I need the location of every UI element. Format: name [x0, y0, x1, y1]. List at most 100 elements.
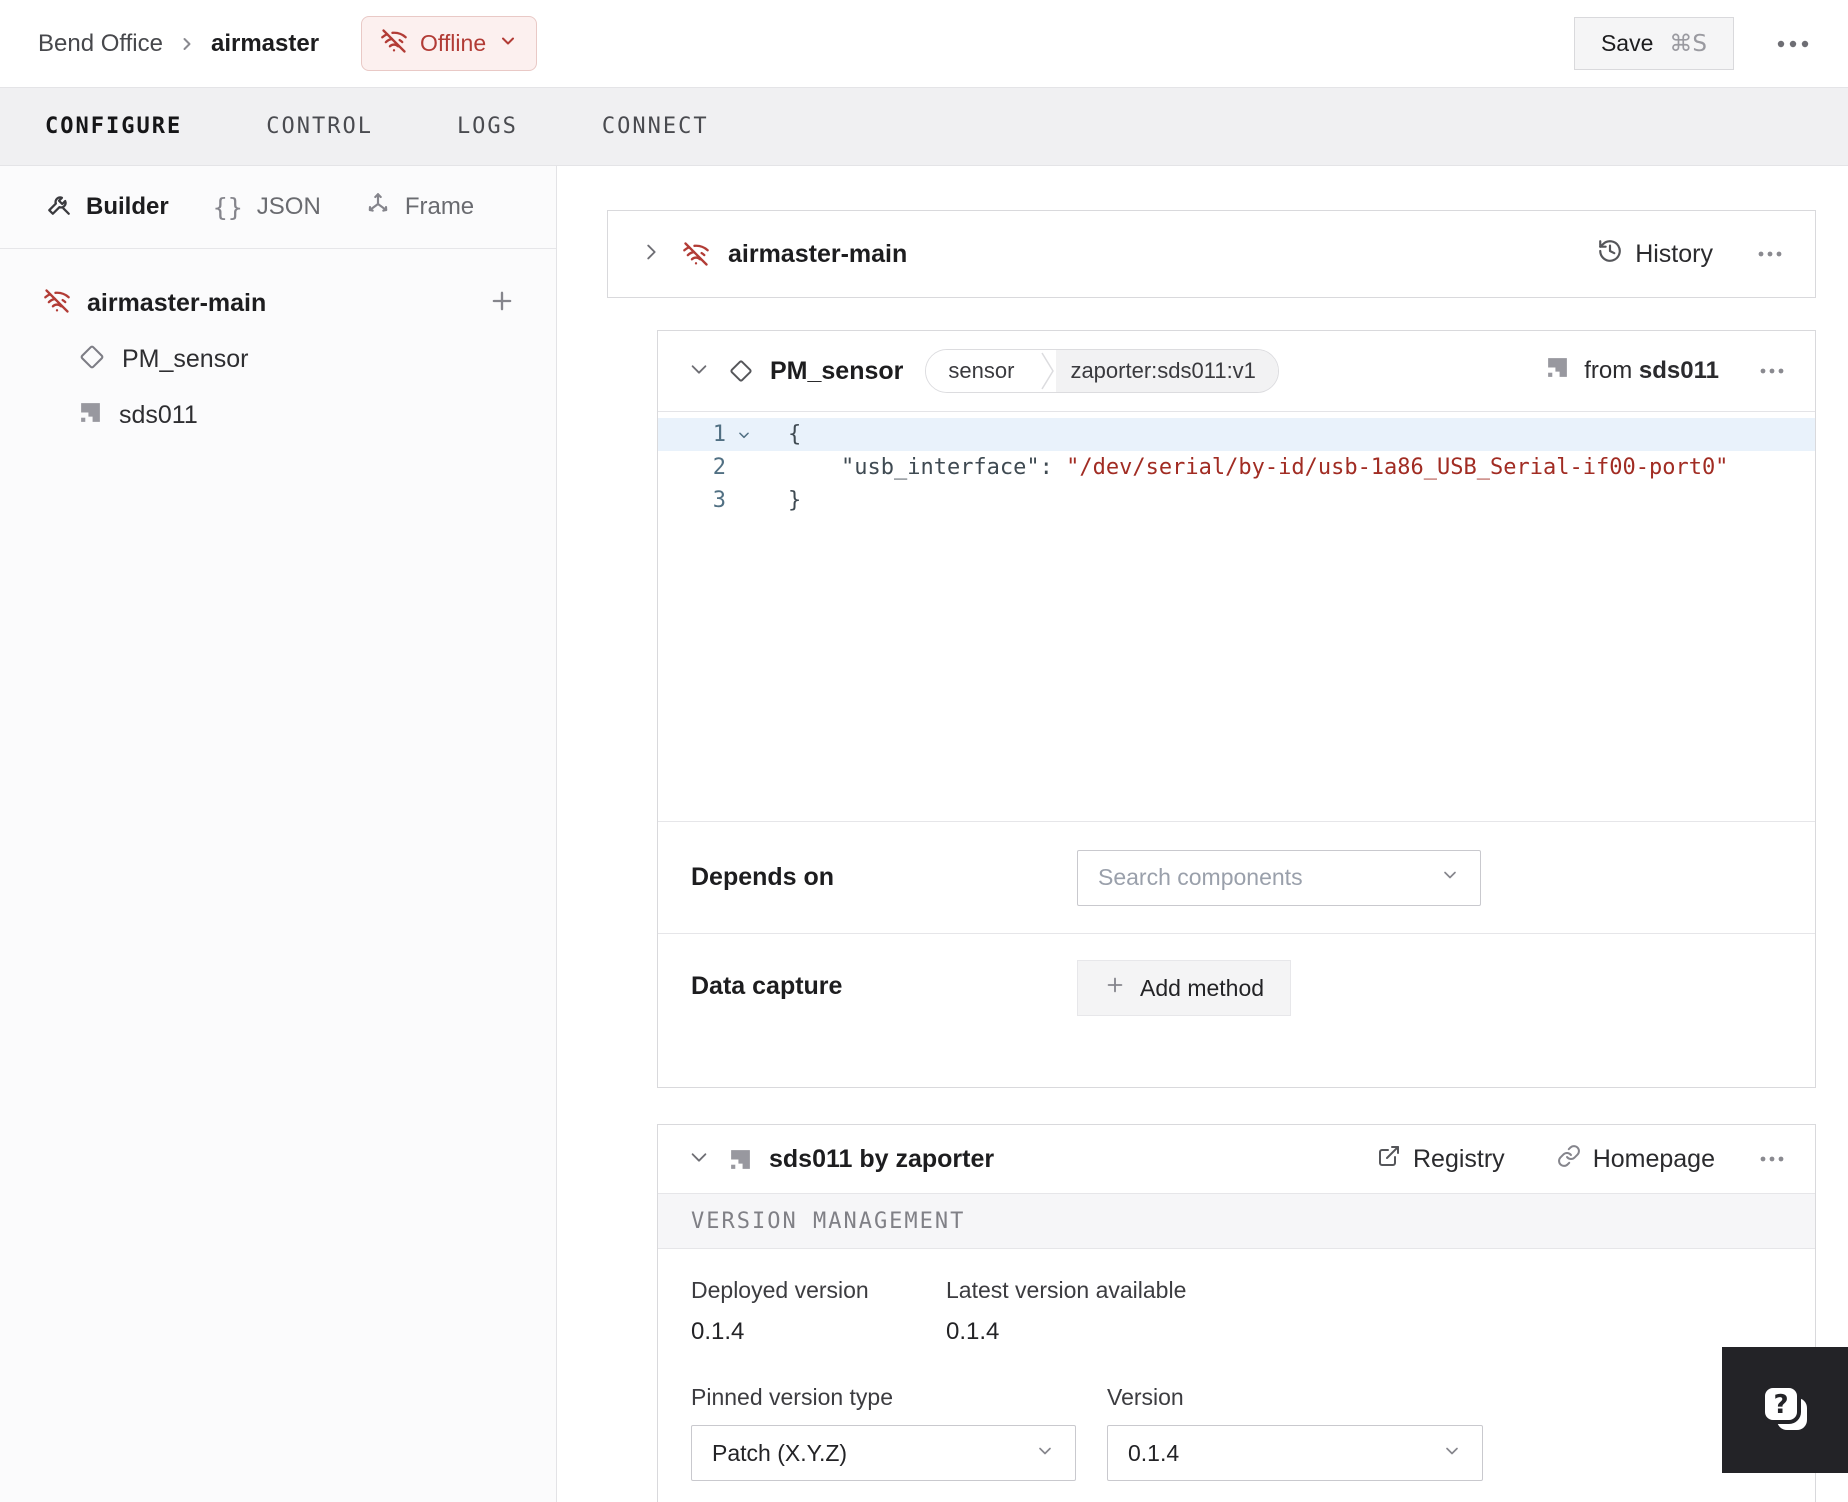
version-management-header: VERSION MANAGEMENT: [658, 1193, 1815, 1249]
mode-builder[interactable]: Builder: [46, 191, 169, 224]
breadcrumb-parent-link[interactable]: Bend Office: [38, 30, 163, 58]
machine-part-title: airmaster-main: [728, 239, 908, 268]
pinned-version-type-label: Pinned version type: [691, 1384, 894, 1410]
module-menu-button[interactable]: [1759, 1155, 1785, 1163]
save-label: Save: [1600, 30, 1654, 56]
status-label: Offline: [420, 30, 487, 56]
history-button[interactable]: History: [1597, 238, 1713, 271]
wifi-off-icon: [380, 27, 408, 60]
data-capture-label: Data capture: [691, 972, 843, 1000]
ellipsis-icon: [1760, 368, 1784, 374]
depends-on-label: Depends on: [691, 863, 835, 891]
mode-frame-label: Frame: [404, 193, 475, 220]
line-number: 2: [712, 455, 726, 480]
history-clock-icon: [1597, 238, 1623, 271]
module-title: sds011 by zaporter: [769, 1144, 995, 1173]
code-key: "usb_interface": [840, 455, 1040, 480]
code-text: {: [788, 422, 802, 447]
module-icon: [78, 400, 103, 430]
link-icon: [1557, 1144, 1581, 1175]
chevron-down-icon: [498, 31, 518, 56]
external-link-icon: [1377, 1144, 1401, 1175]
collapse-chevron-down-icon[interactable]: [688, 358, 710, 385]
machine-part-card: airmaster-main History: [607, 210, 1816, 298]
version-management-content: Deployed version 0.1.4 Latest version av…: [658, 1249, 1815, 1502]
tab-configure[interactable]: CONFIGURE: [45, 114, 182, 139]
add-resource-button[interactable]: [488, 287, 516, 320]
machine-status-dropdown[interactable]: Offline: [361, 16, 538, 71]
attributes-code-editor[interactable]: 1 { 2 "usb_interface": "/dev/serial/by-i…: [658, 411, 1815, 821]
tree-root-label: airmaster-main: [87, 288, 267, 317]
homepage-label: Homepage: [1592, 1144, 1715, 1173]
code-line[interactable]: 1 {: [658, 418, 1815, 451]
component-title: PM_sensor: [770, 356, 904, 385]
chevron-down-icon: [1035, 1441, 1055, 1466]
machine-part-menu-button[interactable]: [1757, 250, 1783, 258]
data-capture-section: Data capture Add method: [658, 933, 1815, 1087]
code-line[interactable]: 2 "usb_interface": "/dev/serial/by-id/us…: [658, 451, 1815, 484]
version-select[interactable]: 0.1.4: [1107, 1425, 1483, 1481]
history-label: History: [1635, 239, 1713, 268]
mode-json[interactable]: {} JSON: [213, 193, 321, 222]
tree-item-machine-part[interactable]: airmaster-main: [0, 275, 556, 331]
header-overflow-menu-button[interactable]: [1776, 39, 1810, 49]
mode-json-label: JSON: [256, 193, 321, 220]
app-window: Bend Office airmaster Offline Save ⌘S CO…: [0, 0, 1848, 1502]
module-icon: [1545, 355, 1570, 387]
latest-version-value: 0.1.4: [946, 1318, 1000, 1345]
component-type-model-badge: sensor zaporter:sds011:v1: [925, 349, 1279, 393]
svg-text:?: ?: [1773, 1390, 1788, 1420]
deployed-version-value: 0.1.4: [691, 1318, 745, 1345]
component-menu-button[interactable]: [1759, 367, 1785, 375]
from-label: from: [1584, 357, 1633, 384]
ellipsis-icon: [1758, 251, 1782, 257]
line-number: 1: [712, 422, 726, 447]
add-method-label: Add method: [1140, 974, 1265, 1001]
registry-label: Registry: [1413, 1144, 1505, 1173]
component-diamond-icon: [78, 343, 106, 376]
save-button[interactable]: Save ⌘S: [1573, 17, 1734, 70]
component-card-header: PM_sensor sensor zaporter:sds011:v1 from…: [658, 331, 1815, 411]
tree-item-module[interactable]: sds011: [0, 387, 556, 443]
module-icon: [728, 1147, 753, 1172]
depends-on-placeholder: Search components: [1098, 864, 1303, 890]
add-method-button[interactable]: Add method: [1077, 960, 1292, 1016]
mode-builder-label: Builder: [86, 193, 169, 220]
mode-frame[interactable]: Frame: [365, 191, 474, 224]
tree-module-label: sds011: [119, 400, 198, 429]
badge-separator-chevron: [1036, 350, 1057, 392]
tree-item-component[interactable]: PM_sensor: [0, 331, 556, 387]
code-string-value: "/dev/serial/by-id/usb-1a86_USB_Serial-i…: [1066, 455, 1729, 480]
depends-on-section: Depends on Search components: [658, 821, 1815, 933]
component-type-badge: sensor: [926, 350, 1037, 392]
deployed-version-label: Deployed version: [691, 1277, 869, 1303]
code-fold-chevron-icon[interactable]: [726, 428, 762, 442]
config-main-panel: airmaster-main History PM_sensor sensor …: [557, 166, 1848, 1502]
tree-component-label: PM_sensor: [122, 344, 249, 373]
braces-icon: {}: [212, 192, 243, 222]
latest-version-label: Latest version available: [946, 1277, 1187, 1303]
version-label: Version: [1107, 1384, 1184, 1410]
code-line[interactable]: 3 }: [658, 484, 1815, 517]
pinned-version-type-select[interactable]: Patch (X.Y.Z): [691, 1425, 1076, 1481]
config-sidebar: Builder {} JSON Frame airmaster-main PM_…: [0, 166, 557, 1502]
wifi-off-icon: [682, 240, 710, 268]
help-button[interactable]: ?: [1722, 1347, 1848, 1473]
tab-logs[interactable]: LOGS: [457, 114, 518, 139]
tab-connect[interactable]: CONNECT: [602, 114, 709, 139]
tab-control[interactable]: CONTROL: [266, 114, 373, 139]
content-area: Builder {} JSON Frame airmaster-main PM_…: [0, 166, 1848, 1502]
depends-on-select[interactable]: Search components: [1077, 849, 1481, 906]
save-shortcut: ⌘S: [1669, 30, 1707, 57]
header-actions: Save ⌘S: [1573, 17, 1810, 70]
registry-link[interactable]: Registry: [1377, 1144, 1505, 1175]
frame-axes-icon: [365, 191, 391, 224]
expand-chevron-right-icon[interactable]: [640, 241, 662, 268]
app-header: Bend Office airmaster Offline Save ⌘S: [0, 0, 1848, 87]
collapse-chevron-down-icon[interactable]: [688, 1146, 710, 1173]
homepage-link[interactable]: Homepage: [1557, 1144, 1715, 1175]
plus-icon: [1104, 974, 1126, 1002]
component-from-module: from sds011: [1545, 355, 1719, 387]
wifi-off-icon: [43, 287, 71, 320]
view-mode-switcher: Builder {} JSON Frame: [0, 166, 556, 249]
